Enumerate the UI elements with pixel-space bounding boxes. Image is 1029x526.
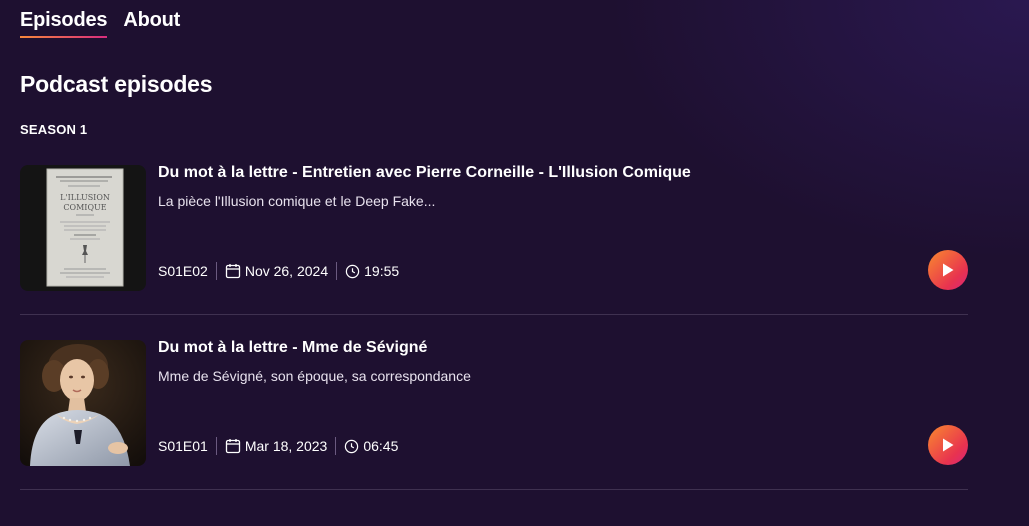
episode-duration: 06:45	[344, 438, 398, 454]
meta-divider	[336, 262, 338, 280]
meta-divider	[215, 437, 217, 455]
episode-duration-text: 19:55	[364, 263, 400, 279]
clock-icon	[345, 439, 359, 453]
episode-thumbnail[interactable]	[20, 340, 146, 466]
episode-date: Nov 26, 2024	[225, 263, 328, 279]
clock-icon	[345, 264, 360, 278]
meta-divider	[335, 437, 337, 455]
episode-title[interactable]: Du mot à la lettre - Entretien avec Pier…	[158, 164, 691, 182]
calendar-icon	[225, 439, 240, 454]
season-label: SEASON 1	[20, 122, 88, 137]
page-title: Podcast episodes	[20, 71, 213, 97]
play-button[interactable]	[928, 250, 968, 290]
play-icon	[943, 263, 954, 277]
episode-title[interactable]: Du mot à la lettre - Mme de Sévigné	[158, 339, 427, 357]
episode-date-text: Nov 26, 2024	[244, 263, 329, 279]
book-cover-image: L'ILLUSION COMIQUE	[20, 165, 146, 291]
episode-description: Mme de Sévigné, son époque, sa correspon…	[158, 368, 471, 384]
svg-text:L'ILLUSION: L'ILLUSION	[60, 193, 110, 202]
episode-item[interactable]: Du mot à la lettre - Mme de Sévigné Mme …	[20, 315, 968, 490]
episode-duration-text: 06:45	[363, 438, 399, 454]
episode-meta: S01E01 Mar 18, 2023 06:45	[158, 436, 398, 456]
tab-bar: Episodes About	[20, 9, 180, 38]
episode-meta: S01E02 Nov 26, 2024 19:55	[158, 261, 399, 281]
episode-code: S01E02	[158, 263, 208, 279]
calendar-icon	[225, 264, 240, 279]
play-icon	[943, 438, 954, 452]
episode-description: La pièce l'Illusion comique et le Deep F…	[158, 193, 436, 209]
episode-code: S01E01	[158, 438, 208, 454]
episode-duration: 19:55	[345, 263, 399, 279]
tab-episodes[interactable]: Episodes	[20, 9, 108, 38]
tab-about[interactable]: About	[123, 9, 180, 38]
episode-date-text: Mar 18, 2023	[244, 438, 328, 454]
meta-divider	[215, 262, 217, 280]
play-button[interactable]	[928, 425, 968, 465]
svg-text:COMIQUE: COMIQUE	[63, 203, 106, 212]
episode-item[interactable]: L'ILLUSION COMIQUE Du mot à la lettre - …	[20, 140, 968, 315]
episode-date: Mar 18, 2023	[225, 438, 328, 454]
portrait-image	[20, 340, 146, 466]
episode-thumbnail[interactable]: L'ILLUSION COMIQUE	[20, 165, 146, 291]
